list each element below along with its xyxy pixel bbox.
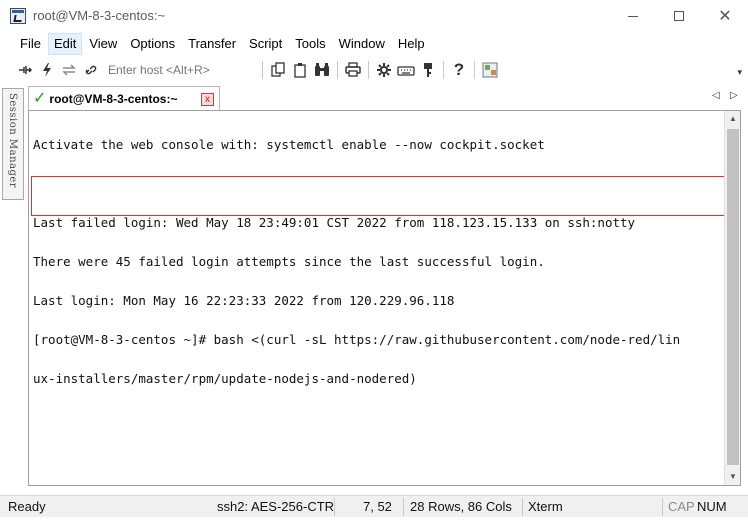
menu-file[interactable]: File	[14, 33, 47, 55]
scroll-down-icon[interactable]: ▼	[725, 469, 741, 485]
command-highlight-box	[31, 176, 726, 216]
minimize-icon	[628, 15, 638, 17]
close-window-button[interactable]: ✕	[702, 0, 748, 32]
menu-tools[interactable]: Tools	[289, 33, 331, 55]
disconnect-icon[interactable]	[80, 59, 102, 81]
status-ready: Ready	[8, 499, 46, 514]
toolbar-separator	[443, 61, 444, 79]
session-options-icon[interactable]	[479, 59, 501, 81]
toolbar: ? ▾	[0, 57, 748, 83]
host-input[interactable]	[108, 61, 258, 79]
copy-icon[interactable]	[267, 59, 289, 81]
window-title: root@VM-8-3-centos:~	[33, 8, 166, 23]
help-icon[interactable]: ?	[448, 59, 470, 81]
menu-bar: File Edit View Options Transfer Script T…	[0, 32, 748, 56]
toolbar-overflow-icon[interactable]: ▾	[737, 67, 742, 78]
connected-check-icon: ✓	[33, 89, 47, 107]
session-manager-label: Session Manager	[7, 93, 18, 189]
close-icon: ✕	[718, 8, 732, 25]
scrollbar-thumb[interactable]	[727, 129, 739, 465]
terminal-output: Activate the web console with: systemctl…	[33, 112, 725, 411]
title-bar: root@VM-8-3-centos:~ ✕	[0, 0, 748, 32]
quick-connect-icon[interactable]	[36, 59, 58, 81]
session-tab[interactable]: ✓ root@VM-8-3-centos:~ x	[28, 86, 220, 110]
toolbar-separator	[368, 61, 369, 79]
paste-icon[interactable]	[289, 59, 311, 81]
status-bar: Ready ssh2: AES-256-CTR 7, 52 28 Rows, 8…	[0, 495, 748, 517]
terminal-line: ux-installers/master/rpm/update-nodejs-a…	[33, 371, 417, 386]
toolbar-separator	[337, 61, 338, 79]
session-tab-strip: ✓ root@VM-8-3-centos:~ x ◁ ▷	[28, 86, 748, 110]
menu-options[interactable]: Options	[124, 33, 181, 55]
status-separator	[662, 498, 663, 516]
terminal-scrollbar[interactable]: ▲ ▼	[724, 111, 740, 485]
tab-scroll-right-icon[interactable]: ▷	[730, 90, 738, 101]
settings-gear-icon[interactable]	[373, 59, 395, 81]
status-separator	[334, 498, 335, 516]
sftp-key-icon[interactable]	[417, 59, 439, 81]
tab-close-button[interactable]: x	[201, 93, 214, 106]
toolbar-separator	[474, 61, 475, 79]
status-caps-lock: CAP	[668, 499, 695, 514]
terminal-line: Activate the web console with: systemctl…	[33, 137, 545, 152]
print-icon[interactable]	[342, 59, 364, 81]
menu-edit[interactable]: Edit	[47, 33, 83, 55]
reconnect-icon[interactable]	[58, 59, 80, 81]
status-terminal-size: 28 Rows, 86 Cols	[410, 499, 512, 514]
status-terminal-type: Xterm	[528, 499, 563, 514]
keymap-icon[interactable]	[395, 59, 417, 81]
menu-window[interactable]: Window	[333, 33, 391, 55]
menu-view[interactable]: View	[83, 33, 123, 55]
menu-help[interactable]: Help	[392, 33, 431, 55]
session-manager-tab[interactable]: Session Manager	[2, 88, 24, 200]
terminal-line: Last login: Mon May 16 22:23:33 2022 fro…	[33, 293, 455, 308]
toolbar-separator	[262, 61, 263, 79]
status-cursor-position: 7, 52	[363, 499, 392, 514]
status-cipher: ssh2: AES-256-CTR	[217, 499, 335, 514]
terminal-view[interactable]: Activate the web console with: systemctl…	[28, 110, 741, 486]
tab-scroll-left-icon[interactable]: ◁	[712, 90, 720, 101]
status-num-lock: NUM	[697, 499, 727, 514]
terminal-line: There were 45 failed login attempts sinc…	[33, 254, 545, 269]
scroll-up-icon[interactable]: ▲	[725, 111, 741, 127]
maximize-icon	[674, 11, 684, 21]
maximize-button[interactable]	[656, 0, 702, 32]
connect-icon[interactable]	[14, 59, 36, 81]
menu-transfer[interactable]: Transfer	[182, 33, 242, 55]
minimize-button[interactable]	[610, 0, 656, 32]
status-separator	[522, 498, 523, 516]
status-separator	[403, 498, 404, 516]
find-binoculars-icon[interactable]	[311, 59, 333, 81]
menu-script[interactable]: Script	[243, 33, 288, 55]
securecrt-app-icon	[10, 8, 26, 24]
terminal-line: [root@VM-8-3-centos ~]# bash <(curl -sL …	[33, 332, 681, 347]
terminal-line: Last failed login: Wed May 18 23:49:01 C…	[33, 215, 636, 230]
session-tab-label: root@VM-8-3-centos:~	[49, 91, 178, 106]
